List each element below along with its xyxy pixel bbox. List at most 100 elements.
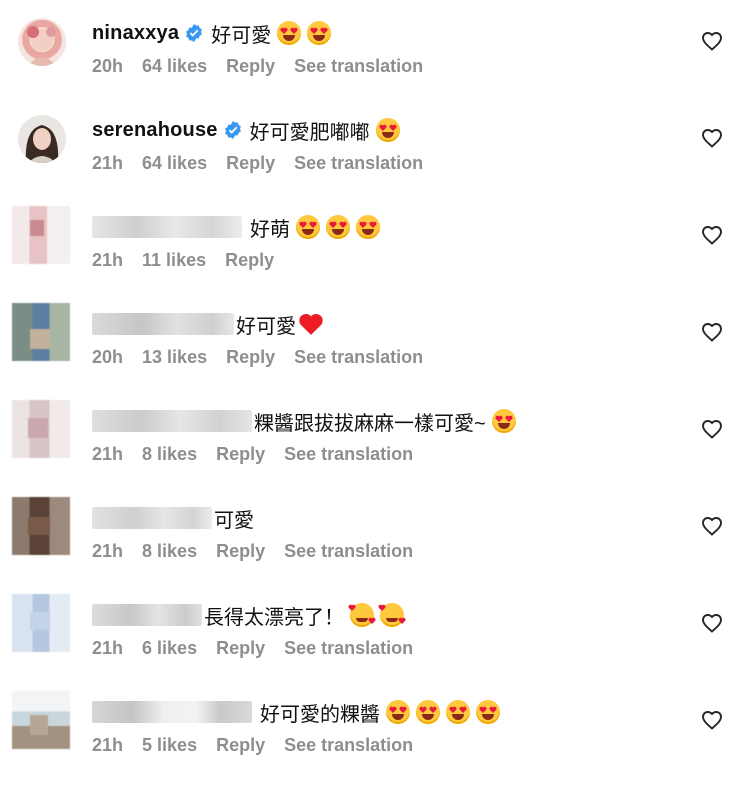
heart-eyes-emoji xyxy=(296,215,320,239)
blurred-username[interactable] xyxy=(92,701,252,723)
comment-meta: 20h 64 likes Reply See translation xyxy=(92,56,442,77)
verified-badge-icon xyxy=(186,24,203,42)
blurred-username[interactable] xyxy=(92,507,212,529)
comment-line: 好可愛 xyxy=(92,309,324,339)
comment-meta: 20h 13 likes Reply See translation xyxy=(92,347,442,368)
comment-meta: 21h 64 likes Reply See translation xyxy=(92,153,442,174)
heart-eyes-emoji xyxy=(476,700,500,724)
comment-row: ninaxxya 好可愛 20h 64 likes Reply See tran… xyxy=(0,0,742,97)
comment-meta: 21h 5 likes Reply See translation xyxy=(92,735,432,756)
like-heart-icon[interactable] xyxy=(700,223,724,247)
likes-count[interactable]: 64 likes xyxy=(142,56,207,77)
like-heart-icon[interactable] xyxy=(700,29,724,53)
timestamp: 21h xyxy=(92,250,124,270)
avatar[interactable] xyxy=(12,594,70,652)
reply-button[interactable]: Reply xyxy=(226,56,275,77)
comment-text: 可愛 xyxy=(214,509,254,532)
comment-meta: 21h 8 likes Reply See translation xyxy=(92,541,432,562)
timestamp: 20h xyxy=(92,56,124,76)
avatar[interactable] xyxy=(12,206,70,264)
reply-button[interactable]: Reply xyxy=(216,735,265,756)
heart-eyes-emoji xyxy=(326,215,350,239)
comment-meta: 21h 8 likes Reply See translation xyxy=(92,444,432,465)
comment-text: 好可愛的粿醬 xyxy=(260,703,380,726)
username[interactable]: serenahouse xyxy=(92,119,218,142)
verified-badge-icon xyxy=(224,121,241,139)
blurred-username[interactable] xyxy=(92,313,234,335)
comment-text: 好萌 xyxy=(250,218,290,241)
likes-count[interactable]: 8 likes xyxy=(142,541,197,562)
reply-button[interactable]: Reply xyxy=(216,638,265,659)
avatar[interactable] xyxy=(12,691,70,749)
comments-list: ninaxxya 好可愛 20h 64 likes Reply See tran… xyxy=(0,0,742,790)
avatar[interactable] xyxy=(12,303,70,361)
reply-button[interactable]: Reply xyxy=(216,444,265,465)
reply-button[interactable]: Reply xyxy=(226,153,275,174)
likes-count[interactable]: 11 likes xyxy=(142,250,206,271)
see-translation-button[interactable]: See translation xyxy=(284,638,413,659)
timestamp: 21h xyxy=(92,638,124,658)
blurred-username[interactable] xyxy=(92,604,202,626)
see-translation-button[interactable]: See translation xyxy=(284,541,413,562)
comment-line: 可愛 xyxy=(92,503,254,533)
see-translation-button[interactable]: See translation xyxy=(284,444,413,465)
timestamp: 21h xyxy=(92,735,124,755)
comment-text: 好可愛肥嘟嘟 xyxy=(249,121,370,144)
reply-button[interactable]: Reply xyxy=(216,541,265,562)
comment-meta: 21h 6 likes Reply See translation xyxy=(92,638,432,659)
smiling-face-with-hearts-emoji xyxy=(378,603,406,627)
like-heart-icon[interactable] xyxy=(700,611,724,635)
comment-row: 好可愛 20h 13 likes Reply See translation xyxy=(0,291,742,388)
likes-count[interactable]: 13 likes xyxy=(142,347,207,368)
timestamp: 21h xyxy=(92,541,124,561)
timestamp: 21h xyxy=(92,153,124,173)
heart-eyes-emoji xyxy=(416,700,440,724)
comment-line: 長得太漂亮了！ xyxy=(92,600,406,630)
likes-count[interactable]: 64 likes xyxy=(142,153,207,174)
comment-meta: 21h 11 likes Reply xyxy=(92,250,293,271)
comment-line: ninaxxya 好可愛 xyxy=(92,18,332,48)
comment-line: 好可愛的粿醬 xyxy=(92,697,500,727)
likes-count[interactable]: 5 likes xyxy=(142,735,197,756)
likes-count[interactable]: 8 likes xyxy=(142,444,197,465)
comment-row: 好萌 21h 11 likes Reply xyxy=(0,194,742,291)
comment-row: 可愛 21h 8 likes Reply See translation xyxy=(0,485,742,582)
username[interactable]: ninaxxya xyxy=(92,22,179,45)
comment-line: 粿醬跟拔拔麻麻一樣可愛~ xyxy=(92,406,516,436)
blurred-username[interactable] xyxy=(92,410,252,432)
like-heart-icon[interactable] xyxy=(700,417,724,441)
blurred-username[interactable] xyxy=(92,216,242,238)
like-heart-icon[interactable] xyxy=(700,514,724,538)
reply-button[interactable]: Reply xyxy=(225,250,274,271)
smiling-face-with-hearts-emoji xyxy=(348,603,376,627)
like-heart-icon[interactable] xyxy=(700,708,724,732)
likes-count[interactable]: 6 likes xyxy=(142,638,197,659)
comment-text: 粿醬跟拔拔麻麻一樣可愛~ xyxy=(254,412,486,435)
avatar[interactable] xyxy=(12,400,70,458)
heart-eyes-emoji xyxy=(277,21,302,45)
comment-text: 好可愛 xyxy=(236,315,296,338)
see-translation-button[interactable]: See translation xyxy=(284,735,413,756)
comment-text: 好可愛 xyxy=(211,24,272,47)
avatar[interactable] xyxy=(18,18,66,66)
heart-eyes-emoji xyxy=(356,215,380,239)
see-translation-button[interactable]: See translation xyxy=(294,153,423,174)
avatar[interactable] xyxy=(18,115,66,163)
see-translation-button[interactable]: See translation xyxy=(294,347,423,368)
comment-row: 粿醬跟拔拔麻麻一樣可愛~ 21h 8 likes Reply See trans… xyxy=(0,388,742,485)
comment-line: 好萌 xyxy=(92,212,380,242)
heart-eyes-emoji xyxy=(446,700,470,724)
like-heart-icon[interactable] xyxy=(700,320,724,344)
heart-eyes-emoji xyxy=(386,700,410,724)
see-translation-button[interactable]: See translation xyxy=(294,56,423,77)
comment-line: serenahouse 好可愛肥嘟嘟 xyxy=(92,115,400,145)
comment-row: 長得太漂亮了！ 21h 6 likes Reply See translatio… xyxy=(0,582,742,679)
timestamp: 20h xyxy=(92,347,124,367)
heart-eyes-emoji xyxy=(307,21,332,45)
reply-button[interactable]: Reply xyxy=(226,347,275,368)
avatar[interactable] xyxy=(12,497,70,555)
comment-row: serenahouse 好可愛肥嘟嘟 21h 64 likes Reply Se… xyxy=(0,97,742,194)
timestamp: 21h xyxy=(92,444,124,464)
like-heart-icon[interactable] xyxy=(700,126,724,150)
red-heart-emoji xyxy=(299,314,323,335)
